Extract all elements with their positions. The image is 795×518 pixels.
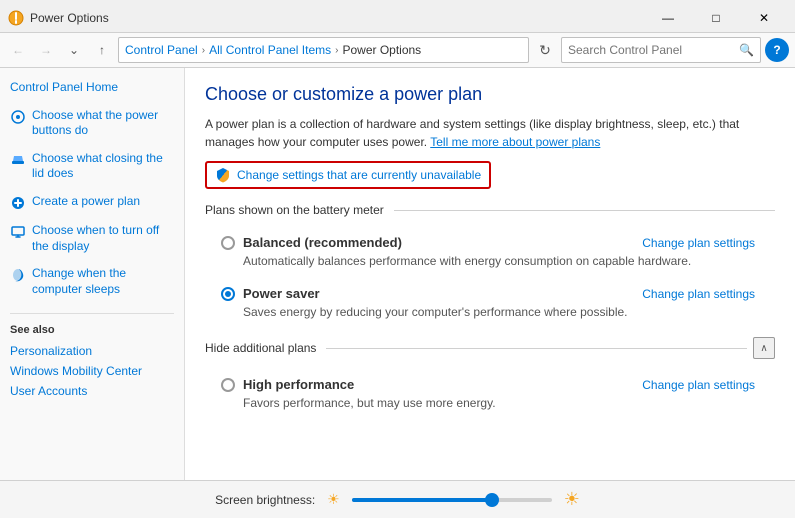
minimize-button[interactable]: — [645,6,691,30]
change-settings-label: Change settings that are currently unava… [237,168,481,182]
see-also-personalization[interactable]: Personalization [10,344,174,358]
plan-name-balanced: Balanced (recommended) [243,235,402,250]
app-icon [8,10,24,26]
help-button[interactable]: ? [765,38,789,62]
search-input[interactable] [568,43,739,57]
sidebar: Control Panel Home Choose what the power… [0,68,185,480]
plans-section-label: Plans shown on the battery meter [205,203,775,217]
plan-item-balanced: Balanced (recommended) Change plan setti… [205,227,775,276]
learn-more-link[interactable]: Tell me more about power plans [430,135,600,149]
hide-plans-section: Hide additional plans ∧ High performance… [205,337,775,418]
see-also-mobility[interactable]: Windows Mobility Center [10,364,174,378]
title-bar: Power Options — □ ✕ [0,0,795,32]
breadcrumb: Control Panel › All Control Panel Items … [118,37,529,63]
plan-desc-balanced: Automatically balances performance with … [243,254,755,268]
breadcrumb-control-panel[interactable]: Control Panel [125,43,198,57]
plan-radio-high-performance[interactable] [221,378,235,392]
brightness-thumb[interactable] [485,493,499,507]
turn-off-display-icon [10,224,26,240]
title-bar-title: Power Options [30,11,645,25]
refresh-button[interactable]: ↻ [533,38,557,62]
plan-desc-power-saver: Saves energy by reducing your computer's… [243,305,755,319]
sidebar-item-computer-sleeps[interactable]: Change when the computer sleeps [10,266,174,297]
back-button[interactable]: ← [6,38,30,62]
see-also-label: See also [10,313,174,336]
content-description: A power plan is a collection of hardware… [205,115,775,151]
sidebar-item-closing-lid[interactable]: Choose what closing the lid does [10,151,174,182]
search-icon: 🔍 [739,43,754,57]
shield-icon [215,167,231,183]
forward-button[interactable]: → [34,38,58,62]
brightness-label: Screen brightness: [215,493,315,507]
brightness-high-icon: ☀ [564,489,580,510]
main-content: Control Panel Home Choose what the power… [0,68,795,480]
power-buttons-icon [10,109,26,125]
brightness-fill [352,498,492,502]
breadcrumb-current: Power Options [342,43,421,57]
brightness-slider[interactable] [352,498,552,502]
change-plan-high-performance[interactable]: Change plan settings [642,378,755,392]
sidebar-item-create-plan[interactable]: Create a power plan [10,194,174,211]
hide-plans-label: Hide additional plans [205,341,316,355]
close-button[interactable]: ✕ [741,6,787,30]
search-box: 🔍 [561,37,761,63]
breadcrumb-all-items[interactable]: All Control Panel Items [209,43,331,57]
title-bar-controls: — □ ✕ [645,6,787,30]
content-area: Choose or customize a power plan A power… [185,68,795,480]
closing-lid-icon [10,152,26,168]
computer-sleeps-icon [10,267,26,283]
brightness-low-icon: ☀ [327,491,340,508]
plan-item-power-saver: Power saver Change plan settings Saves e… [205,278,775,327]
sidebar-item-turn-off-display[interactable]: Choose when to turn off the display [10,223,174,254]
plan-name-high-performance: High performance [243,377,354,392]
maximize-button[interactable]: □ [693,6,739,30]
bottom-bar: Screen brightness: ☀ ☀ [0,480,795,518]
plan-desc-high-performance: Favors performance, but may use more ene… [243,396,755,410]
page-title: Choose or customize a power plan [205,84,775,105]
create-plan-icon [10,195,26,211]
address-bar: ← → ⌄ ↑ Control Panel › All Control Pane… [0,32,795,68]
up-button[interactable]: ↑ [90,38,114,62]
change-plan-balanced[interactable]: Change plan settings [642,236,755,250]
plan-radio-balanced[interactable] [221,236,235,250]
see-also-user-accounts[interactable]: User Accounts [10,384,174,398]
sidebar-item-control-panel-home[interactable]: Control Panel Home [10,80,174,96]
plan-radio-power-saver[interactable] [221,287,235,301]
recent-button[interactable]: ⌄ [62,38,86,62]
plan-item-high-performance: High performance Change plan settings Fa… [205,369,775,418]
sidebar-item-power-buttons[interactable]: Choose what the power buttons do [10,108,174,139]
plan-name-power-saver: Power saver [243,286,320,301]
collapse-button[interactable]: ∧ [753,337,775,359]
change-settings-button[interactable]: Change settings that are currently unava… [205,161,491,189]
change-plan-power-saver[interactable]: Change plan settings [642,287,755,301]
